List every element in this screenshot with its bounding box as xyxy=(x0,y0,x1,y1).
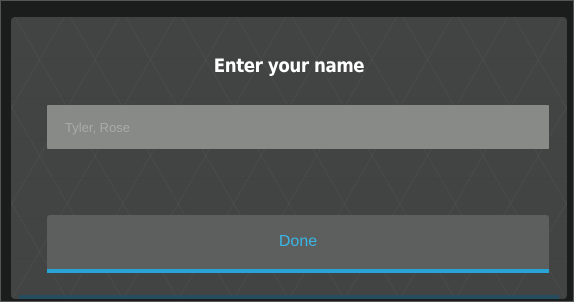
dialog-title: Enter your name xyxy=(213,55,365,77)
app-frame: Enter your name Done xyxy=(0,0,574,302)
name-input[interactable] xyxy=(47,105,549,149)
done-button[interactable]: Done xyxy=(47,215,549,273)
name-dialog: Enter your name Done xyxy=(11,17,567,299)
dialog-bottom-accent xyxy=(19,295,559,299)
